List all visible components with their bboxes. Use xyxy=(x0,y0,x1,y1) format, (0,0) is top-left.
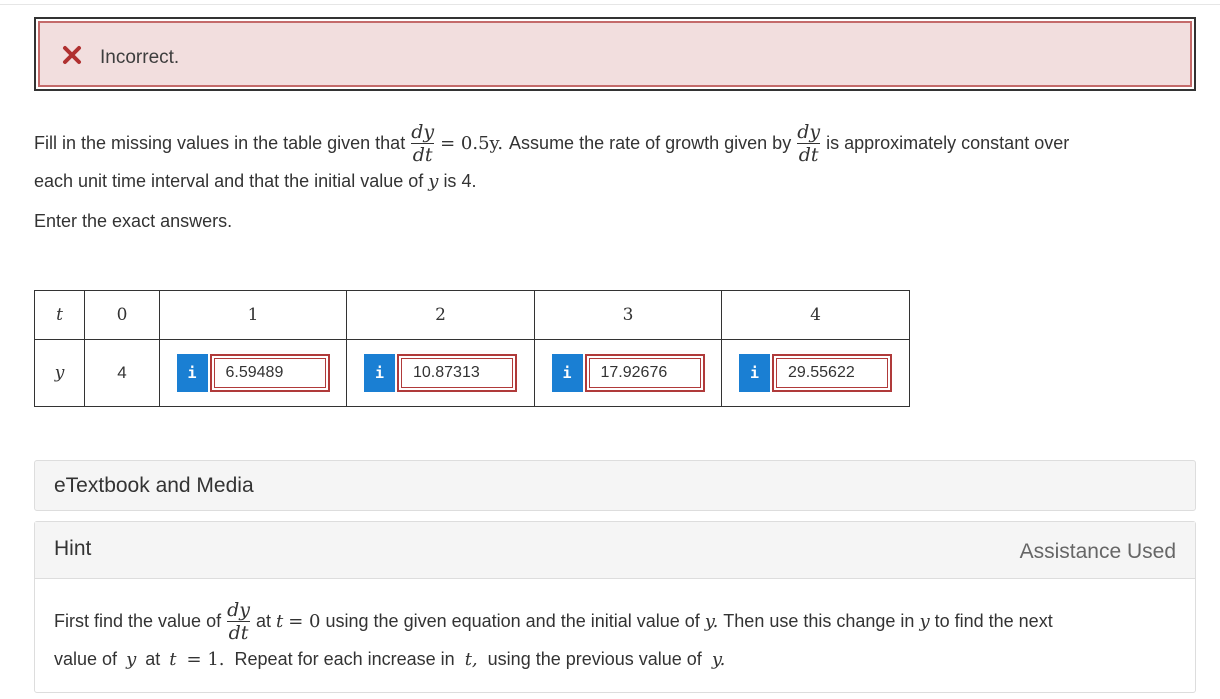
hint-text: at xyxy=(256,610,272,631)
hint-text: to find the next xyxy=(934,610,1053,631)
feedback-alert-inner: Incorrect. xyxy=(38,21,1192,87)
variable-y: y xyxy=(126,649,137,670)
hint-text: using the given equation and the initial… xyxy=(325,610,700,631)
question-line-2: each unit time interval and that the ini… xyxy=(34,171,476,192)
table-row-y: y 4 i 6.59489 i 10.87313 i 17.92676 i 29… xyxy=(34,339,910,407)
feedback-alert: Incorrect. xyxy=(34,17,1196,91)
equation-rhs: = 0.5y. xyxy=(440,132,504,154)
question-text: is approximately constant over xyxy=(826,132,1070,153)
answer-input[interactable]: 29.55622 xyxy=(772,354,892,392)
info-icon[interactable]: i xyxy=(176,354,208,392)
answer-group: i 17.92676 xyxy=(535,354,721,392)
fraction-denominator: dt xyxy=(228,621,249,644)
y-answer-cell: i 29.55622 xyxy=(721,339,910,407)
hint-text: Then use this change in xyxy=(723,610,915,631)
t-cell: 4 xyxy=(721,290,910,340)
fraction-denominator: dt xyxy=(412,143,433,166)
answer-input[interactable]: 6.59489 xyxy=(209,354,330,392)
variable-t: t xyxy=(276,610,284,632)
x-icon xyxy=(63,46,81,64)
fraction-denominator: dt xyxy=(798,143,819,166)
row-label-text: t xyxy=(56,305,63,325)
t-cell: 3 xyxy=(534,290,722,340)
variable-t: t, xyxy=(464,649,478,670)
etextbook-title: eTextbook and Media xyxy=(54,474,254,497)
y-answer-cell: i 17.92676 xyxy=(534,339,722,407)
hint-line-1: First find the value of dy dt at t = 0 u… xyxy=(54,595,1053,647)
derivative-fraction: dy dt xyxy=(797,120,821,166)
feedback-status-text: Incorrect. xyxy=(100,47,180,68)
variable-y: y. xyxy=(704,610,719,632)
variable-y: y xyxy=(428,171,439,192)
hint-panel: Hint Assistance Used First find the valu… xyxy=(34,521,1196,693)
y-answer-cell: i 10.87313 xyxy=(346,339,535,407)
variable-y: y xyxy=(919,610,930,632)
info-icon[interactable]: i xyxy=(364,354,395,392)
row-label-text: y xyxy=(54,363,65,383)
hint-header[interactable]: Hint Assistance Used xyxy=(35,522,1195,579)
t-cell: 0 xyxy=(84,290,160,340)
variable-y: y. xyxy=(711,649,726,670)
fraction-numerator: dy xyxy=(227,598,250,621)
row-label-t: t xyxy=(34,290,85,340)
row-label-y: y xyxy=(34,339,85,407)
answer-input[interactable]: 17.92676 xyxy=(584,354,705,392)
y-answer-cell: i 6.59489 xyxy=(159,339,347,407)
fraction-numerator: dy xyxy=(411,120,435,143)
question-text: Fill in the missing values in the table … xyxy=(34,132,406,153)
values-table: t 0 1 2 3 4 y 4 i 6.59489 i 10.87313 i 1… xyxy=(34,290,910,407)
question-text: each unit time interval and that the ini… xyxy=(34,171,424,191)
hint-equation: = 1. xyxy=(186,649,225,670)
variable-t: t xyxy=(169,649,177,670)
derivative-fraction: dy dt xyxy=(227,599,250,644)
question-line-1: Fill in the missing values in the table … xyxy=(34,117,1069,169)
t-cell: 1 xyxy=(159,290,347,340)
answer-input[interactable]: 10.87313 xyxy=(397,354,517,392)
answer-group: i 29.55622 xyxy=(722,354,909,392)
hint-text: First find the value of xyxy=(54,610,222,631)
hint-text: Repeat for each increase in xyxy=(234,649,455,669)
answer-group: i 6.59489 xyxy=(160,354,346,392)
hint-title: Hint xyxy=(54,537,92,560)
answer-group: i 10.87313 xyxy=(347,354,534,392)
info-icon[interactable]: i xyxy=(551,354,583,392)
question-text: is 4. xyxy=(443,171,477,191)
hint-line-2: value of y at t = 1. Repeat for each inc… xyxy=(54,649,725,670)
fraction-numerator: dy xyxy=(797,120,821,143)
hint-text: value of xyxy=(54,649,118,669)
top-divider xyxy=(0,4,1220,5)
table-row-t: t 0 1 2 3 4 xyxy=(34,290,910,340)
assistance-used-label: Assistance Used xyxy=(1019,540,1176,563)
hint-equation: = 0 xyxy=(288,610,321,632)
etextbook-panel[interactable]: eTextbook and Media xyxy=(34,460,1196,511)
derivative-fraction: dy dt xyxy=(411,120,435,166)
hint-text: using the previous value of xyxy=(487,649,702,669)
hint-text: at xyxy=(145,649,161,669)
info-icon[interactable]: i xyxy=(739,354,770,392)
question-text: Assume the rate of growth given by xyxy=(509,132,792,153)
instruction-text: Enter the exact answers. xyxy=(34,211,233,231)
t-cell: 2 xyxy=(346,290,535,340)
y-initial-cell: 4 xyxy=(84,339,160,407)
